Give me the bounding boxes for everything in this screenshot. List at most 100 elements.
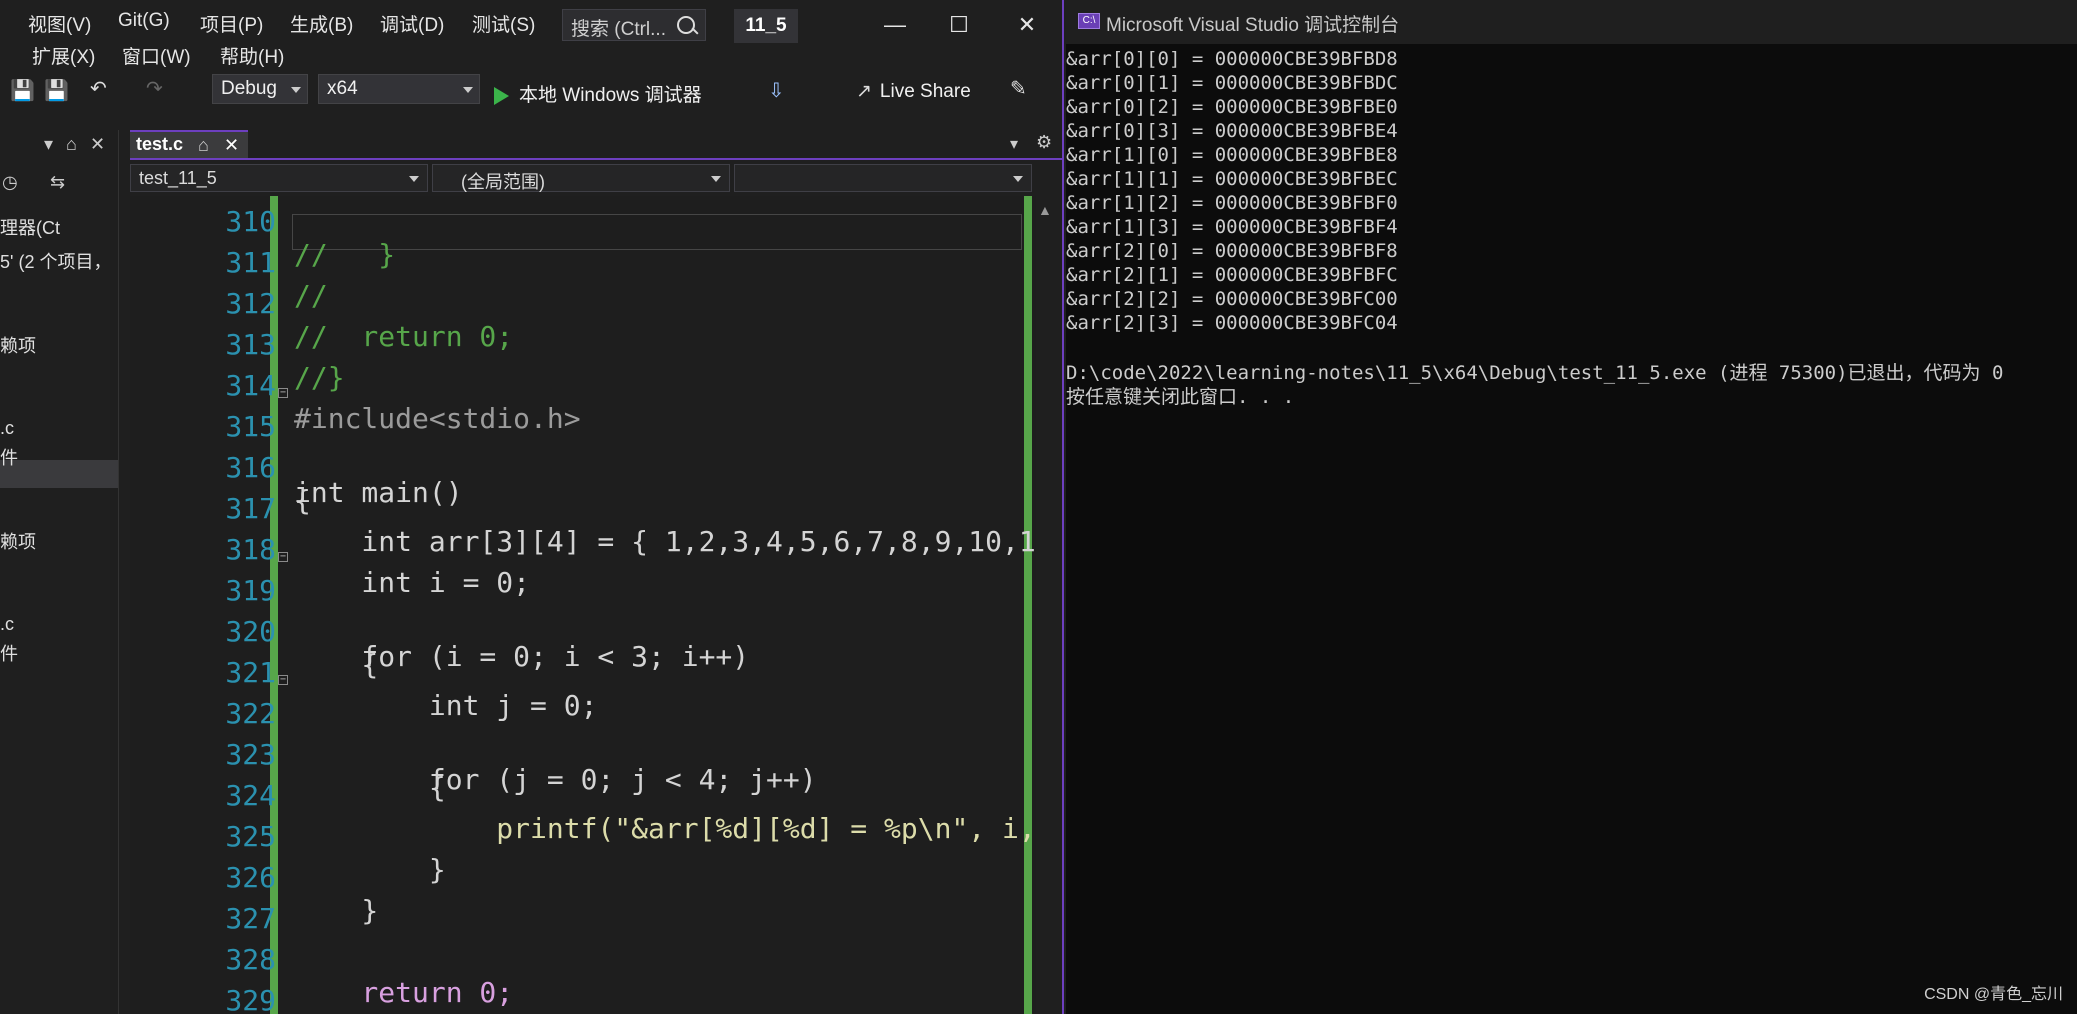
share-icon: ↗ <box>856 81 872 102</box>
debug-console-window[interactable]: C:\ Microsoft Visual Studio 调试控制台 &arr[0… <box>1066 0 2077 1014</box>
save-all-icon[interactable]: 💾 <box>44 78 69 103</box>
console-app-icon: C:\ <box>1078 13 1100 29</box>
tree-item-dependencies-2[interactable]: 赖项 <box>0 528 36 554</box>
explorer-search-label[interactable]: 理器(Ct <box>0 214 60 240</box>
console-output-line: &arr[1][3] = 000000CBE39BFBF4 <box>1066 216 1398 238</box>
code-line: 328 return 0; <box>130 910 1044 1009</box>
close-icon[interactable]: ✕ <box>1012 10 1042 40</box>
search-icon <box>677 16 695 34</box>
tab-label: test.c <box>136 134 184 154</box>
scroll-up-icon[interactable]: ▲ <box>1038 202 1052 218</box>
pin-icon[interactable]: ⌂ <box>66 134 77 155</box>
tree-item-source-file[interactable]: .c <box>0 418 14 439</box>
collapse-icon[interactable]: − <box>278 552 288 562</box>
start-debugging-button[interactable]: 本地 Windows 调试器 <box>494 80 702 107</box>
editor-vertical-scrollbar[interactable]: ▲ <box>1036 196 1054 1014</box>
platform-value: x64 <box>327 78 358 99</box>
console-output-line: &arr[1][2] = 000000CBE39BFBF0 <box>1066 192 1398 214</box>
console-title-bar: C:\ Microsoft Visual Studio 调试控制台 <box>1066 0 2077 44</box>
maximize-icon[interactable]: ☐ <box>944 10 974 40</box>
menu-git[interactable]: Git(G) <box>118 10 170 32</box>
collapse-icon[interactable]: − <box>278 675 288 685</box>
code-line: 319 − for (i = 0; i < 3; i++) <box>130 541 1044 674</box>
platform-dropdown[interactable]: x64 <box>318 74 480 104</box>
tree-item-file-2[interactable]: 件 <box>0 640 18 666</box>
menu-help[interactable]: 帮助(H) <box>220 42 284 69</box>
navigation-bar: test_11_5 (全局范围) <box>130 164 1062 194</box>
menu-build[interactable]: 生成(B) <box>290 10 353 37</box>
code-line: 318 int i = 0; <box>130 500 1044 599</box>
code-line: 320 { <box>130 582 1044 681</box>
code-line: 310 // } <box>130 196 1044 271</box>
console-output-line: &arr[0][1] = 000000CBE39BFBDC <box>1066 72 1398 94</box>
console-output-line: &arr[0][3] = 000000CBE39BFBE4 <box>1066 120 1398 142</box>
panel-menu-icon[interactable]: ▾ <box>44 134 53 155</box>
play-icon <box>494 86 509 105</box>
run-label: 本地 Windows 调试器 <box>519 85 702 106</box>
tab-list-icon[interactable]: ▾ <box>1010 134 1018 154</box>
console-output-line: &arr[2][2] = 000000CBE39BFC00 <box>1066 288 1398 310</box>
menu-test[interactable]: 测试(S) <box>472 10 535 37</box>
console-output-line: &arr[1][1] = 000000CBE39BFBEC <box>1066 168 1398 190</box>
code-editor[interactable]: 310 // } 311 // 312 // return 0; 313 //}… <box>130 196 1044 1014</box>
chevron-down-icon <box>711 176 721 182</box>
tab-test-c[interactable]: test.c ⌂ ✕ <box>130 130 248 158</box>
menu-window[interactable]: 窗口(W) <box>122 42 191 69</box>
code-line: 327 <box>130 869 1044 935</box>
solution-node[interactable]: 5' (2 个项目， <box>0 248 111 274</box>
code-line: 314 #include<stdio.h> <box>130 336 1044 435</box>
minimize-icon[interactable]: — <box>880 10 910 40</box>
console-output-line: &arr[0][0] = 000000CBE39BFBD8 <box>1066 48 1398 70</box>
close-icon[interactable]: ✕ <box>90 134 105 155</box>
live-share-label: Live Share <box>879 81 971 102</box>
code-line: 315 − int main() <box>130 377 1044 510</box>
close-icon[interactable]: ✕ <box>224 135 239 156</box>
history-icon[interactable]: ◷ <box>2 172 18 193</box>
console-title: Microsoft Visual Studio 调试控制台 <box>1106 15 1400 36</box>
chevron-down-icon <box>291 87 301 93</box>
configuration-dropdown[interactable]: Debug <box>212 74 308 104</box>
redo-icon[interactable]: ↷ <box>146 76 163 101</box>
tree-item-dependencies[interactable]: 赖项 <box>0 332 36 358</box>
live-share-button[interactable]: ↗ Live Share <box>856 80 971 103</box>
chevron-down-icon <box>463 87 473 93</box>
chevron-down-icon <box>1013 176 1023 182</box>
console-output-line: &arr[2][3] = 000000CBE39BFC04 <box>1066 312 1398 334</box>
type-scope-dropdown[interactable]: (全局范围) <box>432 164 730 192</box>
project-name-badge[interactable]: 11_5 <box>734 9 798 43</box>
code-line: 313 //} <box>130 295 1044 394</box>
search-text: 搜索 (Ctrl... <box>571 19 666 40</box>
project-scope-value: test_11_5 <box>139 168 217 188</box>
collapse-icon[interactable]: − <box>278 388 288 398</box>
menu-view[interactable]: 视图(V) <box>28 10 91 37</box>
tree-item-file[interactable]: 件 <box>0 444 18 470</box>
search-box[interactable]: 搜索 (Ctrl... <box>562 9 706 41</box>
console-output-line: &arr[2][0] = 000000CBE39BFBF8 <box>1066 240 1398 262</box>
feedback-icon[interactable]: ✎ <box>1010 76 1027 101</box>
menu-project[interactable]: 项目(P) <box>200 10 263 37</box>
menu-debug[interactable]: 调试(D) <box>380 10 444 37</box>
code-line: 329 } <box>130 951 1044 1014</box>
code-line: 321 int j = 0; <box>130 623 1044 722</box>
undo-icon[interactable]: ↶ <box>90 76 107 101</box>
code-line: 311 // <box>130 213 1044 312</box>
pin-icon[interactable]: ⌂ <box>198 135 209 156</box>
solution-explorer-panel: ▾ ⌂ ✕ ◷ ⇆ 理器(Ct 5' (2 个项目， 赖项 .c 件 赖项 .c… <box>0 130 119 1014</box>
code-line: 322 − for (j = 0; j < 4; j++) <box>130 664 1044 797</box>
console-exit-message: D:\code\2022\learning-notes\11_5\x64\Deb… <box>1066 362 2004 384</box>
sync-icon[interactable]: ⇆ <box>50 172 65 193</box>
menu-extensions[interactable]: 扩展(X) <box>32 42 95 69</box>
console-output-line: &arr[0][2] = 000000CBE39BFBE0 <box>1066 96 1398 118</box>
code-line: 325 } <box>130 787 1044 886</box>
step-icon[interactable]: ⇩ <box>768 78 785 103</box>
gear-icon[interactable]: ⚙ <box>1036 132 1052 153</box>
code-line: 323 { <box>130 705 1044 804</box>
code-line: 312 // return 0; <box>130 254 1044 353</box>
project-scope-dropdown[interactable]: test_11_5 <box>130 164 428 192</box>
tree-item-source-file-2[interactable]: .c <box>0 614 14 635</box>
watermark-text: CSDN @青色_忘川 <box>1924 986 2063 1003</box>
member-scope-dropdown[interactable] <box>734 164 1032 192</box>
console-output-line: &arr[2][1] = 000000CBE39BFBFC <box>1066 264 1398 286</box>
save-icon[interactable]: 💾 <box>10 78 35 103</box>
code-line: 324 printf("&arr[%d][%d] = %p\n", i, <box>130 746 1044 845</box>
